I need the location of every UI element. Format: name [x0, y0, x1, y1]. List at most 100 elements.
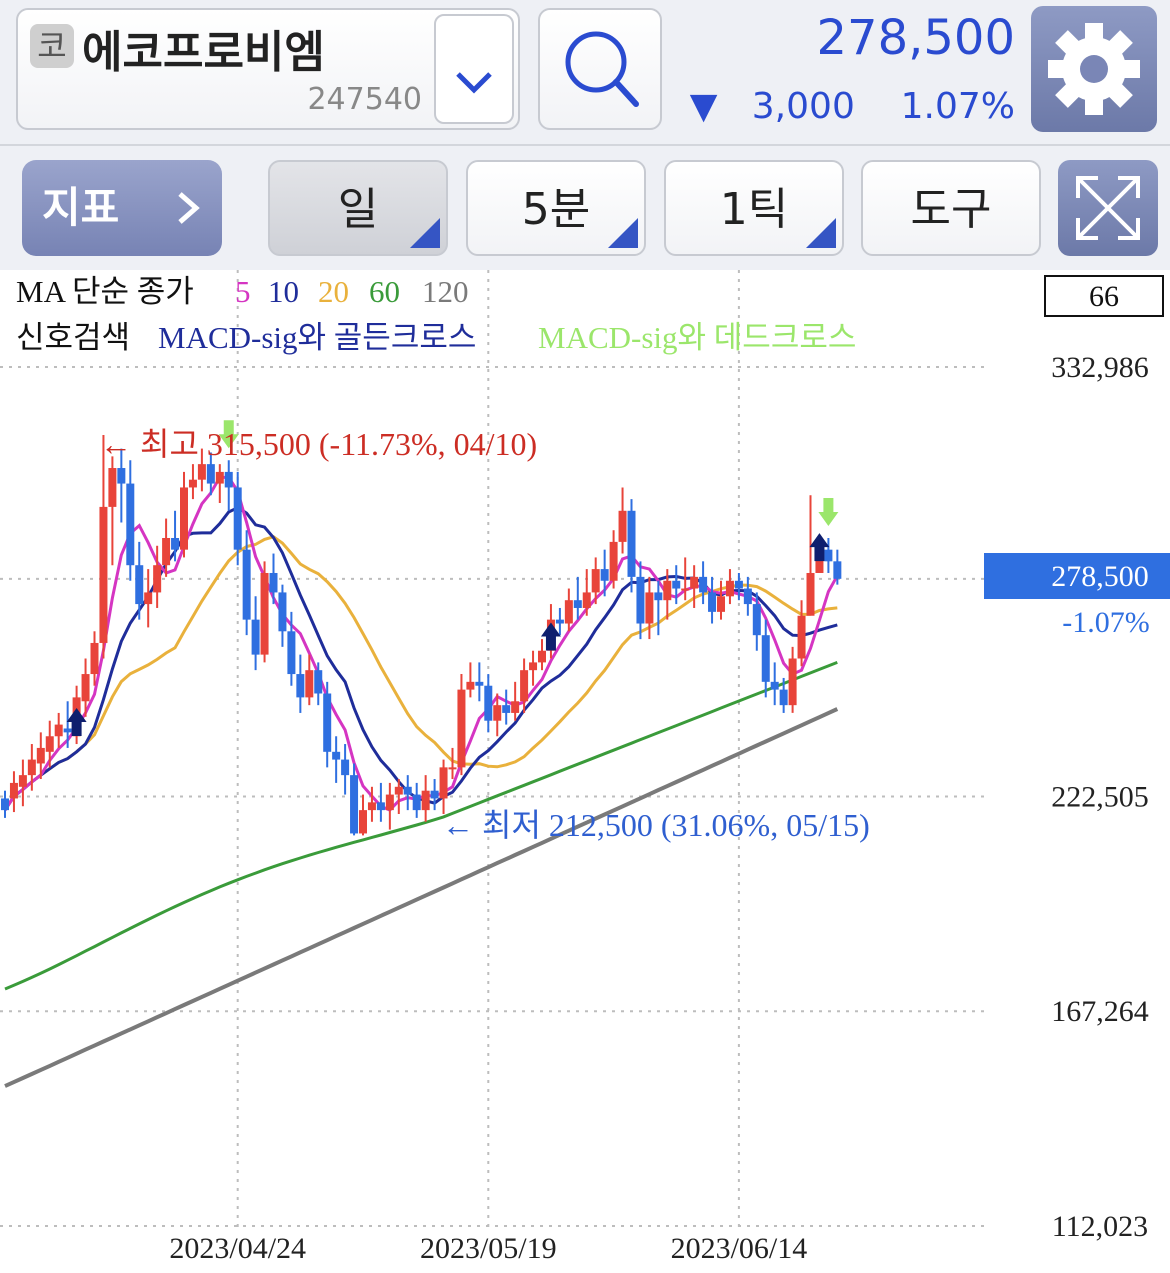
candle-body	[269, 572, 278, 593]
candle-body	[135, 565, 144, 605]
chevron-down-icon	[456, 72, 492, 94]
candle-body	[144, 592, 153, 605]
candle-body	[690, 576, 699, 589]
chevron-right-icon	[178, 192, 200, 224]
candle-body	[1, 798, 9, 811]
dropdown-button[interactable]	[434, 14, 514, 124]
candle-body	[367, 802, 376, 811]
tick-button[interactable]: 1틱	[664, 160, 844, 256]
candle-body	[555, 619, 564, 624]
candle-body	[824, 549, 833, 562]
candle-body	[242, 549, 251, 620]
candle-body	[743, 588, 752, 605]
candle-body	[341, 759, 350, 776]
indicator-label: 지표	[42, 183, 120, 232]
divider	[0, 144, 1170, 146]
corner-indicator-icon	[806, 218, 836, 248]
candle-body	[725, 580, 734, 597]
period-day-button[interactable]: 일	[268, 160, 448, 256]
signal-dead-label: MACD-sig와 데드크로스	[538, 320, 856, 355]
x-tick-label: 2023/04/24	[169, 1232, 306, 1265]
candle-body	[90, 642, 99, 675]
candle-body	[806, 572, 815, 616]
signal-golden-label: MACD-sig와 골든크로스	[158, 320, 476, 355]
candle-body	[582, 592, 591, 608]
price-change: ▼ 3,000 1.07%	[690, 86, 1015, 127]
current-change-label: -1.07%	[1062, 606, 1149, 639]
price-chart[interactable]: MA 단순 종가 5 10 20 60 120 신호검색 MACD-sig와 골…	[0, 270, 1170, 1273]
candle-body	[36, 747, 45, 764]
candle-body	[81, 674, 90, 702]
candle-body	[188, 479, 197, 488]
y-tick-label: 222,505	[1051, 780, 1149, 813]
candle-body	[529, 662, 538, 671]
candle-body	[215, 471, 224, 484]
candle-body	[448, 767, 457, 770]
ma-legend-prefix: MA 단순 종가	[16, 274, 194, 309]
candle-body	[126, 483, 135, 566]
candle-body	[493, 705, 502, 721]
candle-body	[54, 724, 63, 737]
low-annotation: ← 최저 212,500 (31.06%, 05/15)	[442, 807, 870, 843]
change-percent: 1.07%	[900, 86, 1015, 127]
expand-icon	[1076, 176, 1140, 240]
ma-legend-20: 20	[318, 274, 349, 309]
candles	[1, 434, 842, 836]
candle-body	[636, 576, 645, 624]
candle-body	[538, 650, 546, 663]
chart-grid	[0, 270, 984, 1230]
candle-body	[752, 604, 761, 636]
candle-body	[618, 510, 627, 542]
dead-cross-marker	[818, 497, 839, 526]
current-price: 278,500	[816, 10, 1016, 66]
tools-button[interactable]: 도구	[861, 160, 1041, 256]
candle-body	[466, 681, 475, 690]
candle-body	[385, 794, 394, 811]
candle-body	[153, 565, 162, 593]
candle-body	[162, 537, 171, 566]
tools-label: 도구	[910, 184, 992, 235]
candle-body	[45, 736, 54, 752]
candle-body	[296, 674, 305, 698]
minute-button[interactable]: 5분	[466, 160, 646, 256]
candle-body	[332, 751, 341, 760]
candle-body	[18, 775, 27, 787]
candle-body	[99, 506, 108, 643]
candle-body	[770, 681, 779, 690]
ma-legend-60: 60	[369, 274, 400, 309]
candle-body	[761, 635, 770, 682]
current-price-label: 278,500	[1051, 560, 1149, 593]
change-amount: 3,000	[751, 86, 855, 127]
candle-body	[797, 615, 806, 659]
candle-body	[233, 487, 242, 550]
indicator-button[interactable]: 지표	[22, 160, 222, 256]
candle-body	[197, 464, 206, 480]
candle-body	[681, 588, 690, 591]
minute-label: 5분	[521, 184, 591, 235]
stock-name: 에코프로비엠	[82, 27, 325, 78]
candle-body	[564, 600, 573, 624]
candle-body	[645, 592, 654, 624]
y-tick-label: 167,264	[1051, 995, 1149, 1028]
candle-body	[27, 759, 36, 776]
candle-body	[376, 802, 385, 811]
y-tick-label: 112,023	[1052, 1210, 1148, 1243]
high-annotation: ← 최고 315,500 (-11.73%, 04/10)	[100, 426, 537, 462]
candle-body	[779, 689, 788, 706]
candle-body	[180, 487, 188, 550]
search-button[interactable]	[538, 8, 662, 130]
candle-body	[394, 786, 403, 795]
ma-legend-120: 120	[422, 274, 469, 309]
stock-selector[interactable]: 코 에코프로비엠 247540	[16, 8, 520, 130]
tick-label: 1틱	[719, 184, 789, 235]
corner-indicator-icon	[608, 218, 638, 248]
candle-body	[591, 569, 600, 593]
expand-button[interactable]	[1058, 160, 1158, 256]
candle-body	[654, 592, 663, 601]
period-day-label: 일	[337, 184, 379, 235]
x-axis: 2023/04/24 2023/05/19 2023/06/14	[169, 1232, 807, 1265]
ma-legend-5: 5	[235, 274, 251, 309]
candle-body	[430, 790, 439, 799]
settings-button[interactable]	[1031, 6, 1157, 132]
candle-body	[108, 468, 117, 507]
